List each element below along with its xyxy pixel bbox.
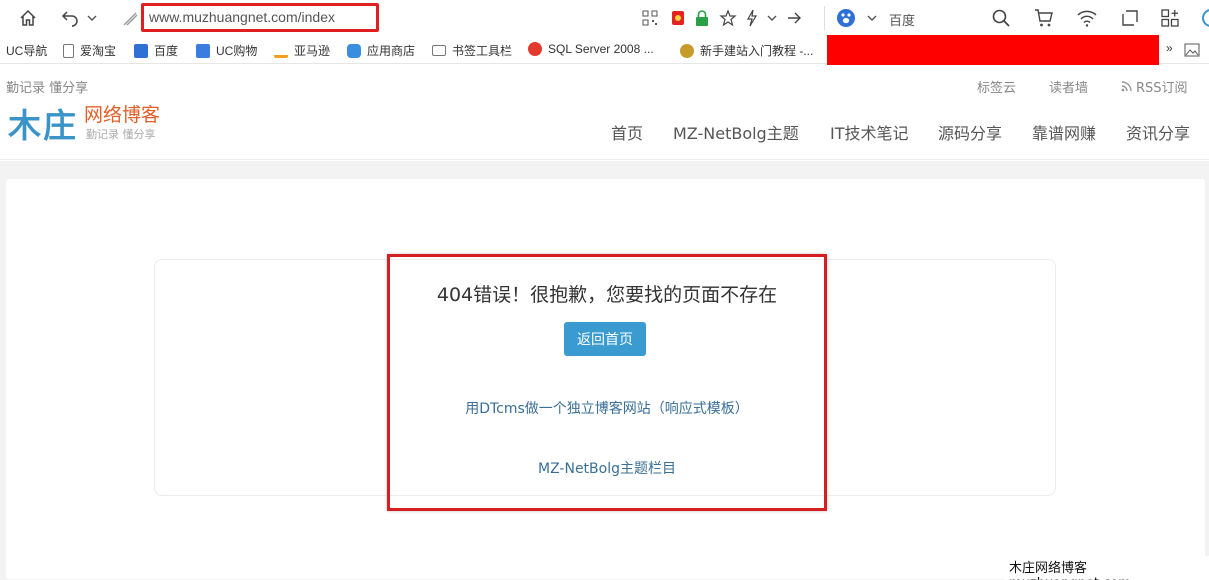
baidu-icon — [134, 43, 148, 58]
star-icon[interactable] — [716, 6, 740, 30]
image-icon[interactable] — [1184, 43, 1200, 57]
related-link-theme[interactable]: MZ-NetBolg主题栏目 — [387, 458, 827, 478]
nav-it-notes[interactable]: IT技术笔记 — [830, 120, 909, 144]
bookmark-toolbar-folder[interactable]: 书签工具栏 — [432, 42, 512, 59]
weibo-icon — [528, 42, 542, 56]
bookmark-baidu[interactable]: 百度 — [134, 42, 178, 59]
cart-icon[interactable] — [1032, 6, 1056, 30]
bookmark-label: 新手建站入门教程 -... — [700, 44, 814, 58]
nav-news[interactable]: 资讯分享 — [1126, 120, 1190, 144]
chevron-down-icon[interactable] — [860, 6, 884, 30]
bookmark-label: 爱淘宝 — [80, 44, 117, 58]
redacted-area — [827, 35, 1159, 65]
home-icon[interactable] — [16, 6, 40, 30]
search-icon[interactable] — [989, 6, 1013, 30]
page-icon — [63, 43, 74, 58]
red-envelope-icon[interactable] — [666, 6, 690, 30]
wifi-icon[interactable] — [1075, 6, 1099, 30]
top-link-tag-cloud[interactable]: 标签云 — [977, 77, 1016, 96]
nav-source-code[interactable]: 源码分享 — [938, 120, 1002, 144]
bookmark-label: 应用商店 — [367, 44, 416, 58]
bookmark-taobao[interactable]: 爱淘宝 — [63, 42, 116, 59]
bookmark-label: 百度 — [154, 44, 179, 58]
profile-icon[interactable] — [1196, 6, 1209, 30]
bookmark-label: 书签工具栏 — [452, 44, 513, 58]
site-title[interactable]: 网络博客 — [84, 100, 160, 127]
bookmark-uc-shopping[interactable]: UC购物 — [196, 42, 257, 59]
site-slogan: 勤记录 懂分享 — [6, 81, 89, 96]
qr-code-icon[interactable] — [638, 6, 662, 30]
nav-theme[interactable]: MZ-NetBolg主题 — [673, 120, 799, 144]
search-engine-label[interactable]: 百度 — [889, 10, 915, 29]
bookmark-site-tutorial[interactable]: 新手建站入门教程 -... — [680, 42, 813, 59]
site-header: 勤记录 懂分享 标签云 读者墙 RSS订阅 木庄 网络博客 勤记录 懂分享 首页… — [0, 65, 1209, 160]
bookmark-app-store[interactable]: 应用商店 — [347, 42, 415, 59]
apps-grid-icon[interactable] — [1158, 6, 1182, 30]
nav-earnings[interactable]: 靠谱网赚 — [1032, 120, 1096, 144]
address-bar-input[interactable]: www.muzhuangnet.com/index — [149, 9, 335, 25]
chevron-down-icon[interactable] — [80, 6, 104, 30]
top-link-rss[interactable]: RSS订阅 — [1121, 77, 1188, 96]
baidu-paw-icon[interactable] — [834, 6, 858, 30]
related-link-dtcms[interactable]: 用DTcms做一个独立博客网站（响应式模板） — [387, 398, 827, 418]
back-icon[interactable] — [58, 6, 82, 30]
screenshot-icon[interactable] — [1118, 6, 1142, 30]
folder-icon — [432, 45, 446, 56]
bookmark-amazon[interactable]: 亚马逊 — [274, 42, 330, 59]
browser-toolbar: www.muzhuangnet.com/index 百度 — [0, 0, 1209, 36]
watermark-text: 木庄网络博客 muzhuangnet.com — [1005, 556, 1209, 580]
lock-icon[interactable] — [690, 6, 714, 30]
bookmark-label: 亚马逊 — [294, 44, 331, 58]
security-icon[interactable] — [118, 6, 142, 30]
amazon-icon — [274, 43, 288, 58]
bookmark-label: UC购物 — [216, 44, 258, 58]
site-logo[interactable]: 木庄 — [8, 99, 78, 147]
nav-home[interactable]: 首页 — [611, 120, 643, 144]
rss-label: RSS订阅 — [1136, 81, 1188, 96]
forward-icon[interactable] — [782, 6, 806, 30]
chevron-down-icon[interactable] — [760, 6, 784, 30]
bookmark-uc-nav[interactable]: UC导航 — [6, 42, 47, 59]
top-link-readers[interactable]: 读者墙 — [1049, 77, 1088, 96]
bookmark-sql-server[interactable]: SQL Server 2008 ... — [528, 42, 654, 56]
toolbar-divider — [824, 6, 825, 30]
error-title: 404错误！很抱歉，您要找的页面不存在 — [436, 284, 778, 306]
app-store-icon — [347, 43, 361, 58]
bookmark-label: UC导航 — [6, 44, 48, 58]
back-home-button[interactable]: 返回首页 — [564, 322, 646, 356]
uc-shopping-icon — [196, 43, 210, 58]
bookmark-label: SQL Server 2008 ... — [548, 42, 654, 56]
bookmarks-overflow-icon[interactable]: » — [1166, 41, 1173, 55]
site-icon — [680, 43, 694, 58]
rss-icon — [1121, 81, 1132, 92]
site-subtitle: 勤记录 懂分享 — [86, 128, 156, 141]
